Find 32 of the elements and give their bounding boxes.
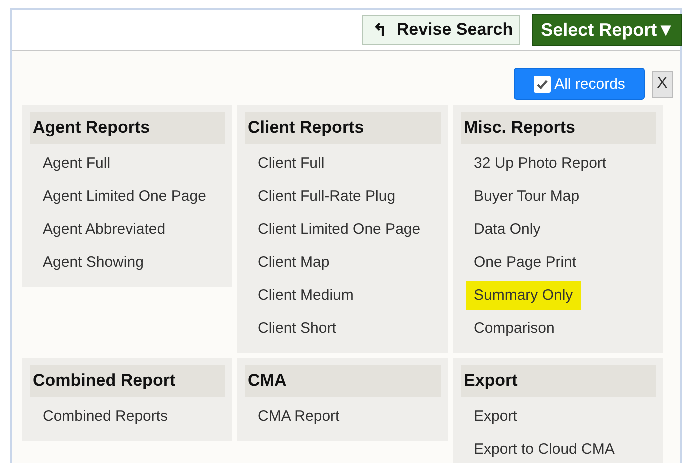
report-link[interactable]: Agent Limited One Page (35, 182, 214, 211)
section-heading: Client Reports (245, 112, 441, 144)
checkbox[interactable] (534, 76, 551, 92)
section-heading: CMA (245, 365, 441, 397)
close-button[interactable]: X (652, 70, 673, 98)
report-link[interactable]: CMA Report (250, 402, 348, 431)
section-heading: Agent Reports (30, 112, 225, 144)
undo-arrow-icon: ↰ (372, 20, 387, 40)
section-heading: Combined Report (30, 365, 225, 397)
report-link[interactable]: Comparison (466, 314, 563, 343)
report-link[interactable]: One Page Print (466, 248, 585, 277)
report-link[interactable]: Client Map (250, 248, 338, 277)
report-link[interactable]: Data Only (466, 215, 549, 244)
report-link[interactable]: Buyer Tour Map (466, 182, 588, 211)
report-link[interactable]: Client Full (250, 149, 333, 178)
report-link[interactable]: Client Full-Rate Plug (250, 182, 404, 211)
select-report-button[interactable]: Select Report▼ (532, 14, 682, 46)
report-link[interactable]: Export to Cloud CMA (466, 435, 623, 463)
report-link[interactable]: 32 Up Photo Report (466, 149, 615, 178)
report-link[interactable]: Agent Showing (35, 248, 152, 277)
report-link[interactable]: Combined Reports (35, 402, 176, 431)
report-link[interactable]: Agent Abbreviated (35, 215, 174, 244)
all-records-button[interactable]: All records (514, 68, 645, 100)
report-link[interactable]: Client Medium (250, 281, 362, 310)
report-link[interactable]: Export (466, 402, 526, 431)
report-link[interactable]: Client Short (250, 314, 344, 343)
revise-search-button[interactable]: ↰ Revise Search (362, 15, 520, 45)
section-heading: Misc. Reports (461, 112, 656, 144)
section-heading: Export (461, 365, 656, 397)
report-link[interactable]: Summary Only (466, 281, 582, 310)
report-link[interactable]: Client Limited One Page (250, 215, 429, 244)
report-link[interactable]: Agent Full (35, 149, 119, 178)
